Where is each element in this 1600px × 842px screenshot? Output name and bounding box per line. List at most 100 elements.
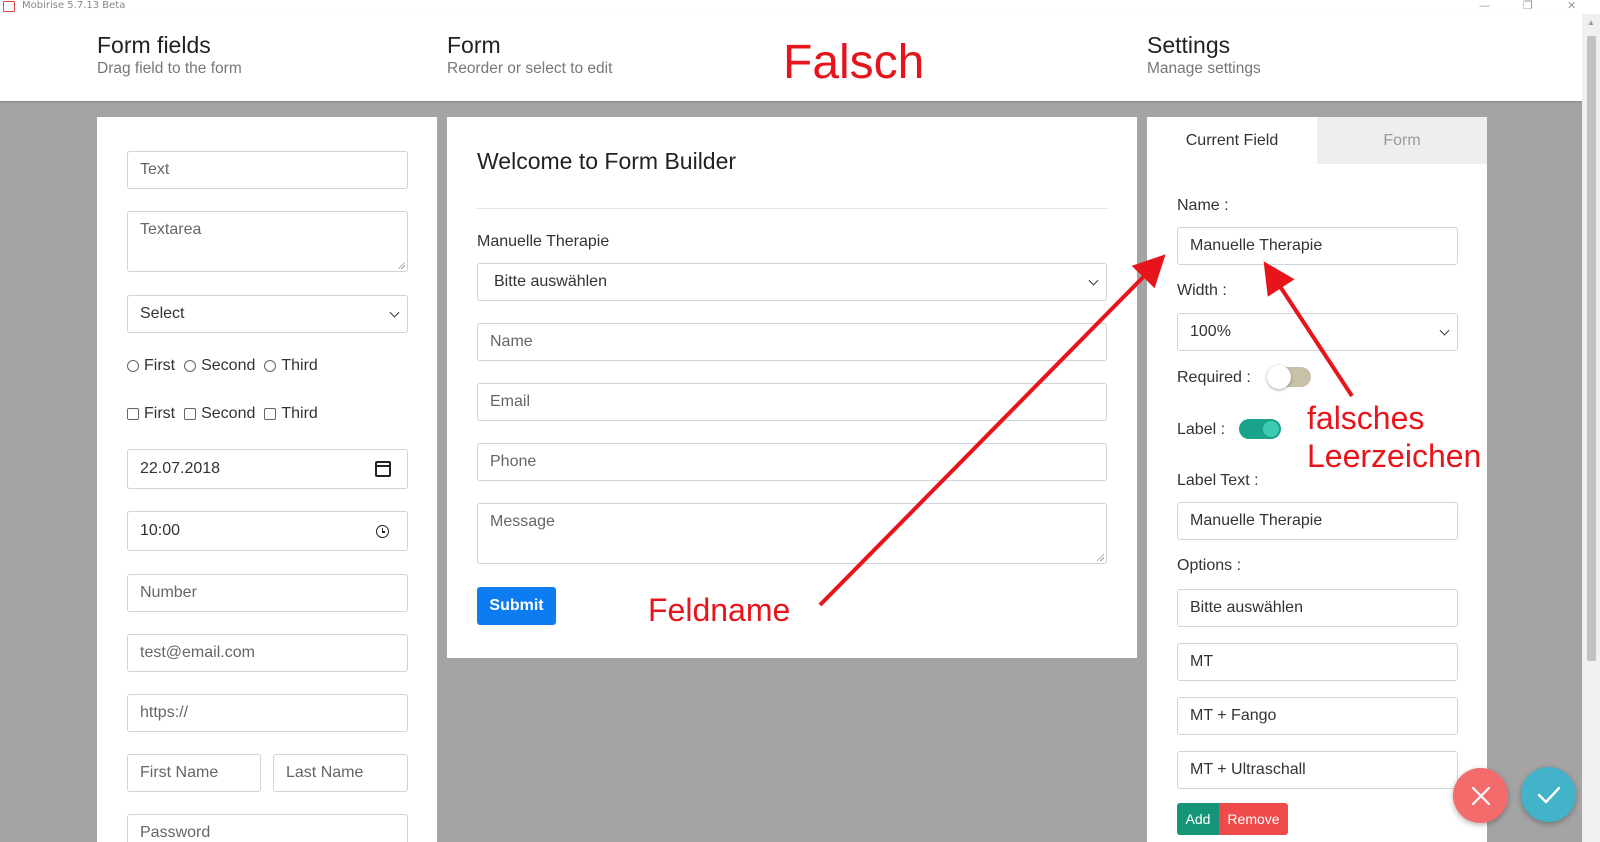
- form-phone-placeholder: Phone: [490, 453, 537, 470]
- radio-label: Third: [281, 357, 318, 374]
- annotation-leerzeichen: Leerzeichen: [1307, 438, 1482, 474]
- minimize-button[interactable]: —: [1479, 0, 1490, 12]
- header-form-title: Form: [447, 32, 501, 58]
- field-date[interactable]: 22.07.2018: [127, 449, 408, 489]
- scroll-up-icon[interactable]: ▲: [1587, 18, 1595, 27]
- field-textarea[interactable]: Textarea: [127, 211, 408, 272]
- field-textarea-label: Textarea: [140, 221, 202, 238]
- radio-option[interactable]: Second: [184, 357, 255, 375]
- submit-button[interactable]: Submit: [477, 587, 556, 625]
- form-fields-panel: Text Textarea Select First Second Third …: [97, 117, 437, 842]
- header-form-fields: Form fields Drag field to the form: [97, 31, 242, 78]
- name-input[interactable]: Manuelle Therapie: [1177, 227, 1458, 265]
- checkbox-icon[interactable]: [184, 408, 197, 420]
- option-input[interactable]: MT: [1177, 643, 1458, 681]
- header-form-subtitle: Reorder or select to edit: [447, 60, 613, 77]
- field-email-label: test@email.com: [140, 644, 255, 661]
- form-name-input[interactable]: Name: [477, 323, 1107, 361]
- radio-label: First: [144, 357, 176, 374]
- field-first-name[interactable]: First Name: [127, 754, 261, 792]
- checkbox-option[interactable]: First: [127, 405, 175, 423]
- label-text-input[interactable]: Manuelle Therapie: [1177, 502, 1458, 540]
- header-settings: Settings Manage settings: [1147, 31, 1261, 78]
- divider: [477, 208, 1107, 209]
- scrollbar[interactable]: ▲: [1582, 14, 1600, 842]
- resize-handle-icon[interactable]: [397, 261, 405, 269]
- form-message-placeholder: Message: [490, 513, 555, 530]
- settings-panel: Current Field Form Name : Manuelle Thera…: [1147, 117, 1487, 842]
- form-select-therapy[interactable]: Bitte auswählen: [477, 263, 1107, 301]
- toggle-knob: [1263, 421, 1279, 437]
- form-title[interactable]: Welcome to Form Builder: [477, 148, 736, 175]
- radio-icon[interactable]: [264, 360, 277, 372]
- clock-icon[interactable]: [376, 525, 389, 538]
- field-first-name-label: First Name: [140, 764, 219, 781]
- confirm-button[interactable]: [1521, 767, 1576, 822]
- checkbox-icon[interactable]: [127, 408, 139, 420]
- field-checkbox-group[interactable]: First Second Third: [127, 405, 327, 423]
- calendar-icon[interactable]: [375, 461, 391, 477]
- option-input[interactable]: MT + Fango: [1177, 697, 1458, 735]
- option-input[interactable]: MT + Ultraschall: [1177, 751, 1458, 789]
- field-radio-group[interactable]: First Second Third: [127, 357, 327, 375]
- remove-option-button[interactable]: Remove: [1219, 803, 1288, 835]
- add-option-button[interactable]: Add: [1177, 803, 1219, 835]
- close-icon: [1471, 786, 1490, 805]
- label-toggle[interactable]: [1239, 419, 1281, 439]
- form-select-value: Bitte auswählen: [494, 273, 607, 290]
- header: Form fields Drag field to the form Form …: [0, 14, 1582, 101]
- field-time[interactable]: 10:00: [127, 511, 408, 551]
- chevron-down-icon: [389, 307, 400, 318]
- required-toggle[interactable]: [1267, 365, 1311, 389]
- select-field-label: Manuelle Therapie: [477, 233, 610, 250]
- option-input[interactable]: Bitte auswählen: [1177, 589, 1458, 627]
- field-last-name[interactable]: Last Name: [273, 754, 408, 792]
- header-settings-title: Settings: [1147, 32, 1231, 58]
- resize-handle-icon[interactable]: [1096, 553, 1104, 561]
- tab-form[interactable]: Form: [1317, 117, 1487, 164]
- radio-icon[interactable]: [184, 360, 197, 372]
- width-select[interactable]: 100%: [1177, 313, 1458, 351]
- field-email[interactable]: test@email.com: [127, 634, 408, 672]
- chevron-down-icon: [1439, 325, 1450, 336]
- field-date-value: 22.07.2018: [140, 460, 221, 477]
- field-select[interactable]: Select: [127, 295, 408, 333]
- checkbox-label: First: [144, 405, 176, 422]
- cancel-button[interactable]: [1453, 768, 1508, 823]
- option-value: MT + Ultraschall: [1190, 761, 1306, 778]
- form-message-textarea[interactable]: Message: [477, 503, 1107, 564]
- restore-button[interactable]: ❐: [1523, 0, 1533, 12]
- checkbox-option[interactable]: Second: [184, 405, 255, 423]
- form-email-input[interactable]: Email: [477, 383, 1107, 421]
- header-form-fields-title: Form fields: [97, 32, 211, 58]
- field-number[interactable]: Number: [127, 574, 408, 612]
- field-text-label: Text: [140, 161, 170, 178]
- field-url-label: https://: [140, 704, 189, 721]
- label-toggle-label: Label :: [1177, 421, 1226, 438]
- checkmark-icon: [1537, 786, 1560, 803]
- checkbox-icon[interactable]: [264, 408, 277, 420]
- width-select-value: 100%: [1190, 323, 1231, 340]
- field-password[interactable]: Password: [127, 814, 408, 842]
- checkbox-option[interactable]: Third: [264, 405, 318, 423]
- chevron-down-icon: [1088, 275, 1099, 286]
- scroll-thumb[interactable]: [1587, 36, 1596, 661]
- tab-current-field[interactable]: Current Field: [1147, 117, 1317, 164]
- option-value: Bitte auswählen: [1190, 599, 1303, 616]
- form-name-placeholder: Name: [490, 333, 533, 350]
- annotation-feldname: Feldname: [648, 592, 791, 628]
- radio-icon[interactable]: [127, 360, 139, 372]
- radio-option[interactable]: First: [127, 357, 175, 375]
- close-window-button[interactable]: ✕: [1567, 0, 1576, 12]
- window-title: Mobirise 5.7.13 Beta: [22, 0, 126, 11]
- checkbox-label: Second: [201, 405, 256, 422]
- field-text[interactable]: Text: [127, 151, 408, 189]
- field-time-value: 10:00: [140, 522, 181, 539]
- name-label: Name :: [1177, 197, 1229, 214]
- toggle-knob: [1267, 365, 1291, 389]
- radio-option[interactable]: Third: [264, 357, 318, 375]
- field-url[interactable]: https://: [127, 694, 408, 732]
- form-preview-panel: Welcome to Form Builder Manuelle Therapi…: [447, 117, 1137, 658]
- field-password-label: Password: [140, 824, 211, 841]
- form-phone-input[interactable]: Phone: [477, 443, 1107, 481]
